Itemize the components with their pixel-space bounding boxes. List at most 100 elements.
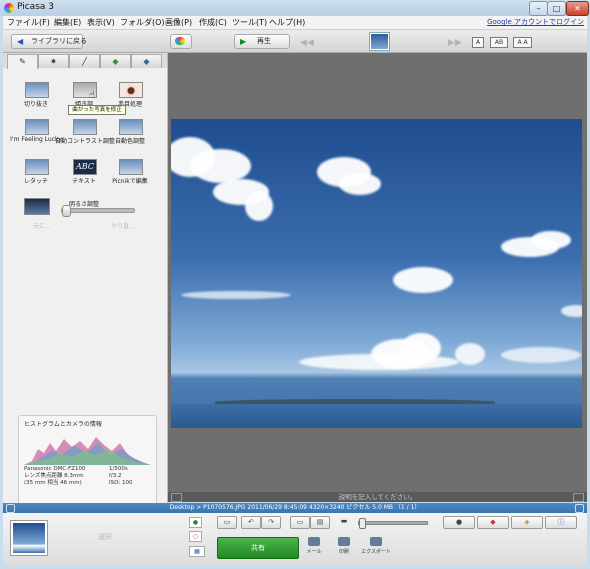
location-icon[interactable]: ◆ xyxy=(477,516,509,529)
menu-create[interactable]: 作成(C) xyxy=(199,17,227,28)
people-icon[interactable]: ● xyxy=(443,516,475,529)
menu-help[interactable]: ヘルプ(H) xyxy=(269,17,305,28)
brightness-slider[interactable] xyxy=(61,205,135,217)
brightness-label: 明るさ調整 xyxy=(69,201,100,208)
tab-effects[interactable]: ╱ xyxy=(69,54,100,68)
picnik-icon xyxy=(119,159,143,175)
exif-aperture: f/3.2 xyxy=(109,473,122,479)
zoom-slider[interactable] xyxy=(358,518,428,529)
export-icon xyxy=(370,537,382,546)
tool-crop[interactable]: 切り抜き xyxy=(13,82,59,117)
tool-auto-color-label: 自動色調整 xyxy=(114,138,145,145)
color-picker-button[interactable] xyxy=(170,34,192,49)
menu-folder[interactable]: フォルダ(O) xyxy=(120,17,165,28)
window-title: Picasa 3 xyxy=(17,2,54,12)
next-photo-icon[interactable]: ▶▶ xyxy=(448,38,462,48)
wrench-icon: ✎ xyxy=(19,57,26,66)
tab-effects-3[interactable]: ◆ xyxy=(131,54,162,68)
redo-button[interactable]: やり直… xyxy=(111,221,135,230)
share-button[interactable]: 共有 xyxy=(217,537,299,559)
pen-icon: ◆ xyxy=(143,57,150,66)
undo-button[interactable]: 元に… xyxy=(33,221,51,230)
tab-basic-fixes[interactable]: ✎ xyxy=(7,54,38,69)
tool-picnik-label: Picnikで編集 xyxy=(112,178,148,185)
tool-picnik[interactable]: Picnikで編集 xyxy=(107,159,153,194)
previous-photo-icon[interactable]: ◀◀ xyxy=(300,38,314,48)
menu-view[interactable]: 表示(V) xyxy=(87,17,115,28)
tray-thumbnail[interactable] xyxy=(11,521,47,555)
exif-focal: レンズ焦点距離 8.3mm xyxy=(24,473,84,479)
edit-tabs: ✎ ✷ ╱ ◆ ◆ xyxy=(3,53,167,69)
caption-size-large-button[interactable]: A A xyxy=(513,37,532,48)
status-bar: Desktop > P1070576.JPG 2011/06/29 8:45:0… xyxy=(3,503,587,513)
export-label: エクスポート xyxy=(361,549,391,555)
caption-input[interactable]: 説明を記入してください。 xyxy=(168,492,587,502)
maximize-button[interactable]: □ xyxy=(547,1,566,16)
histogram-title: ヒストグラムとカメラの情報 xyxy=(24,421,102,428)
caption-resize-icon[interactable] xyxy=(573,493,584,502)
app-window: Picasa 3 – □ ✕ ファイル(F) 編集(E) 表示(V) フォルダ(… xyxy=(0,0,590,569)
tab-effects-2[interactable]: ◆ xyxy=(100,54,131,68)
color-wheel-icon xyxy=(175,37,185,45)
auto-contrast-icon xyxy=(73,119,97,135)
single-view-icon[interactable]: ▭ xyxy=(290,516,310,529)
album-add-icon[interactable]: ▦ xyxy=(189,546,205,557)
caption-size-small-button[interactable]: A xyxy=(472,37,484,48)
zoom-icon[interactable]: ▬ xyxy=(336,516,352,527)
brightness-slider-knob[interactable] xyxy=(62,205,71,217)
histogram-panel: ヒストグラムとカメラの情報 Panasonic DMC-FZ100 レンズ焦点距… xyxy=(18,415,157,507)
main-photo[interactable] xyxy=(171,119,582,428)
export-button[interactable]: エクスポート xyxy=(361,537,391,555)
exif-focal-35mm: (35 mm 相当 46 mm) xyxy=(24,480,82,486)
hold-icon[interactable]: ● xyxy=(189,517,202,528)
zoom-slider-knob[interactable] xyxy=(359,518,366,529)
back-to-library-button[interactable]: ◀ ライブラリに戻る xyxy=(11,34,87,49)
play-icon: ▶ xyxy=(240,37,247,46)
histogram-chart xyxy=(24,437,151,465)
retouch-icon xyxy=(25,159,49,175)
menu-picture[interactable]: 画像(P) xyxy=(165,17,192,28)
undo-redo-row: 元に… やり直… xyxy=(11,221,159,231)
email-button[interactable]: メール xyxy=(299,537,329,555)
status-right-icon[interactable] xyxy=(575,504,584,513)
print-button[interactable]: 印刷 xyxy=(329,537,359,555)
brush-icon: ╱ xyxy=(82,57,87,66)
auto-color-icon xyxy=(119,119,143,135)
info-icon[interactable]: ⓘ xyxy=(545,516,577,529)
back-to-library-label: ライブラリに戻る xyxy=(31,37,87,45)
close-button[interactable]: ✕ xyxy=(566,1,589,16)
redeye-icon xyxy=(119,82,143,98)
menu-tools[interactable]: ツール(T) xyxy=(232,17,267,28)
exif-camera: Panasonic DMC-FZ100 xyxy=(24,466,86,472)
status-text: Desktop > P1070576.JPG 2011/06/29 8:45:0… xyxy=(169,504,421,511)
play-slideshow-button[interactable]: ▶ 再生 xyxy=(234,34,290,49)
comment-icon[interactable]: ▭ xyxy=(217,516,237,529)
tag-icon[interactable]: ◈ xyxy=(511,516,543,529)
brightness-icon xyxy=(24,198,50,215)
text-icon: ABC xyxy=(73,159,97,175)
current-photo-thumbnail[interactable] xyxy=(370,33,389,50)
minimize-button[interactable]: – xyxy=(529,1,548,16)
lucky-icon xyxy=(25,119,49,135)
photo-viewer xyxy=(168,53,587,493)
title-bar: Picasa 3 – □ ✕ xyxy=(0,0,590,16)
tool-auto-color[interactable]: 自動色調整 xyxy=(107,119,153,154)
toolbar: ◀ ライブラリに戻る ▶ 再生 ◀◀ ▶▶ A AB A A xyxy=(3,30,587,53)
tool-lucky[interactable]: I'm Feeling Lucky xyxy=(10,119,62,154)
photo-tray: 選択 ● ○ ▦ ▭ ↶ ↷ ▭ ▤ ▬ ● ◆ ◈ ⓘ 共有 メール 印刷 エ… xyxy=(3,513,587,566)
menu-file[interactable]: ファイル(F) xyxy=(7,17,50,28)
hand-cursor-icon: ☝ xyxy=(89,90,96,101)
google-login-link[interactable]: Google アカウントでログイン xyxy=(487,17,584,27)
back-arrow-icon: ◀ xyxy=(17,37,24,46)
rotate-left-icon[interactable]: ↶ xyxy=(241,516,261,529)
tray-selection-text: 選択 xyxy=(98,533,112,541)
menu-edit[interactable]: 編集(E) xyxy=(54,17,81,28)
tab-tuning[interactable]: ✷ xyxy=(38,54,69,68)
caption-size-medium-button[interactable]: AB xyxy=(490,37,508,48)
exif-iso: ISO: 100 xyxy=(109,480,133,486)
clear-icon[interactable]: ○ xyxy=(189,531,202,542)
play-label: 再生 xyxy=(257,37,271,45)
grid-view-icon[interactable]: ▤ xyxy=(310,516,330,529)
rotate-right-icon[interactable]: ↷ xyxy=(261,516,281,529)
tool-retouch[interactable]: レタッチ xyxy=(13,159,59,194)
